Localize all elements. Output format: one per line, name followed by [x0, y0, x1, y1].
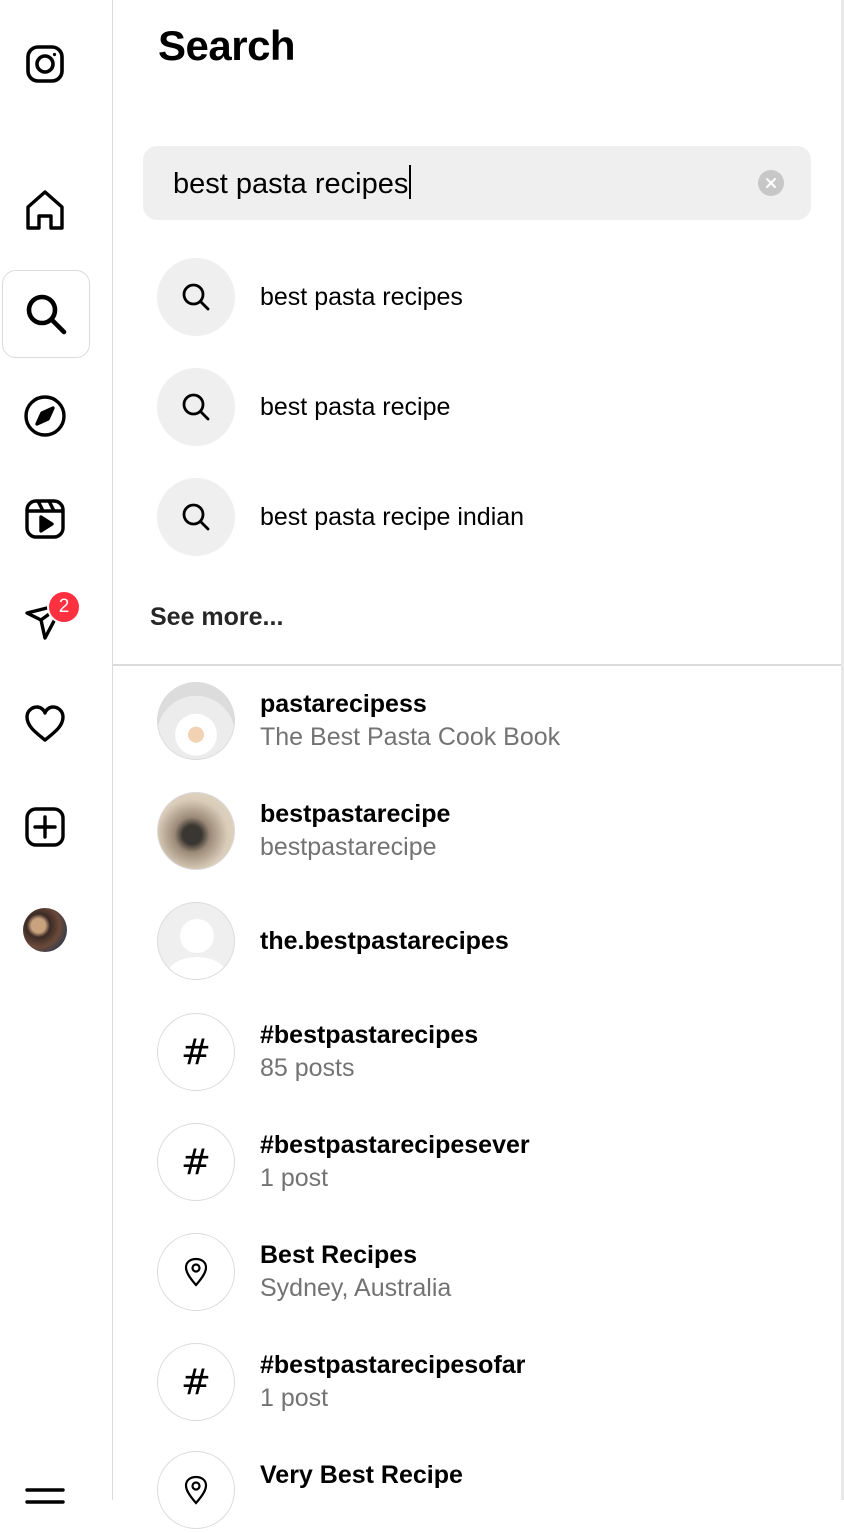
- result-subtitle: bestpastarecipe: [260, 833, 437, 861]
- result-hashtag[interactable]: # #bestpastarecipesever 1 post: [157, 1121, 807, 1203]
- result-title: Very Best Recipe: [260, 1461, 463, 1489]
- instagram-logo-icon: [26, 45, 64, 83]
- suggestion-icon-circle: [157, 258, 235, 336]
- close-icon: [766, 178, 776, 188]
- nav-explore[interactable]: [0, 372, 90, 460]
- location-pin-icon: [184, 1257, 208, 1287]
- home-icon: [26, 190, 64, 230]
- explore-icon: [24, 395, 66, 437]
- result-account[interactable]: pastarecipess The Best Pasta Cook Book: [157, 680, 807, 762]
- result-subtitle: Sydney, Australia: [260, 1274, 452, 1302]
- page-title: Search: [158, 22, 296, 69]
- hashtag-symbol: #: [180, 1361, 212, 1403]
- instagram-logo[interactable]: [0, 20, 90, 108]
- result-title: pastarecipess: [260, 690, 427, 718]
- account-avatar: [157, 682, 235, 760]
- result-title: the.bestpastarecipes: [260, 926, 509, 955]
- location-pin-icon: [157, 1451, 235, 1529]
- default-avatar-icon: [157, 902, 235, 980]
- search-icon: [182, 283, 210, 311]
- result-place[interactable]: Very Best Recipe: [157, 1451, 807, 1533]
- search-icon: [26, 294, 67, 335]
- hashtag-symbol: #: [180, 1031, 212, 1073]
- suggestion-item[interactable]: best pasta recipes: [157, 256, 807, 338]
- nav-search[interactable]: [2, 270, 90, 358]
- result-title: Best Recipes: [260, 1241, 418, 1269]
- suggestion-label: best pasta recipe indian: [260, 502, 525, 531]
- result-subtitle: 85 posts: [260, 1054, 355, 1082]
- messages-badge: 2: [47, 590, 81, 624]
- search-input[interactable]: best pasta recipes: [173, 165, 412, 201]
- divider: [113, 664, 841, 666]
- location-pin-icon: [184, 1475, 208, 1505]
- search-icon: [182, 503, 210, 531]
- more-menu-icon: [25, 1488, 65, 1504]
- result-account[interactable]: bestpastarecipe bestpastarecipe: [157, 790, 807, 872]
- result-title: #bestpastarecipesofar: [260, 1351, 526, 1379]
- hashtag-icon: #: [157, 1013, 235, 1091]
- location-pin-icon: [157, 1233, 235, 1311]
- nav-more[interactable]: [0, 1440, 90, 1528]
- nav-create[interactable]: [0, 783, 90, 871]
- hashtag-symbol: #: [180, 1141, 212, 1183]
- nav-reels[interactable]: [0, 475, 90, 563]
- nav-home[interactable]: [0, 166, 90, 254]
- hashtag-icon: #: [157, 1123, 235, 1201]
- result-title: bestpastarecipe: [260, 800, 451, 828]
- suggestion-item[interactable]: best pasta recipe: [157, 366, 807, 448]
- search-panel: Search best pasta recipes best pasta rec…: [113, 0, 841, 1529]
- profile-avatar[interactable]: [23, 908, 67, 952]
- suggestion-icon-circle: [157, 368, 235, 446]
- sidebar-rail: 2: [0, 0, 113, 1504]
- search-field[interactable]: best pasta recipes: [143, 146, 811, 220]
- account-avatar: [157, 792, 235, 870]
- result-subtitle: 1 post: [260, 1164, 329, 1192]
- search-input-value: best pasta recipes: [173, 168, 409, 200]
- reels-icon: [25, 499, 65, 539]
- result-title: #bestpastarecipes: [260, 1021, 479, 1049]
- text-caret: [409, 165, 412, 199]
- nav-messages[interactable]: [0, 577, 90, 665]
- heart-icon: [25, 705, 65, 742]
- nav-notifications[interactable]: [0, 680, 90, 768]
- suggestion-item[interactable]: best pasta recipe indian: [157, 476, 807, 558]
- result-subtitle: The Best Pasta Cook Book: [260, 723, 561, 751]
- suggestion-label: best pasta recipe: [260, 392, 451, 421]
- result-hashtag[interactable]: # #bestpastarecipes 85 posts: [157, 1011, 807, 1093]
- result-account[interactable]: the.bestpastarecipes: [157, 900, 807, 982]
- search-icon: [182, 393, 210, 421]
- suggestion-label: best pasta recipes: [260, 282, 463, 311]
- create-icon: [25, 807, 65, 847]
- result-hashtag[interactable]: # #bestpastarecipesofar 1 post: [157, 1341, 807, 1423]
- result-title: #bestpastarecipesever: [260, 1131, 530, 1159]
- suggestion-icon-circle: [157, 478, 235, 556]
- result-place[interactable]: Best Recipes Sydney, Australia: [157, 1231, 807, 1313]
- hashtag-icon: #: [157, 1343, 235, 1421]
- see-more-link[interactable]: See more...: [150, 603, 283, 632]
- clear-search-button[interactable]: [758, 170, 784, 196]
- result-subtitle: 1 post: [260, 1384, 329, 1412]
